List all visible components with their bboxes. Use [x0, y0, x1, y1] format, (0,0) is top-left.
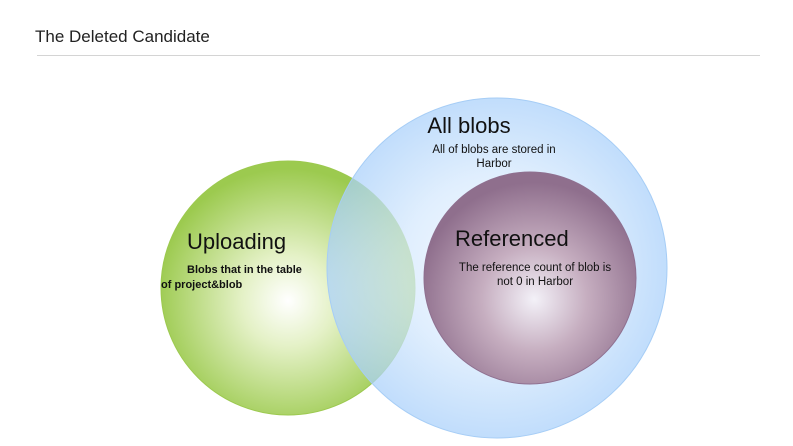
- all-blobs-desc-line1: All of blobs are stored in: [432, 144, 555, 156]
- venn-diagram: All blobs All of blobs are stored in Har…: [160, 97, 668, 439]
- uploading-desc-line1: Blobs that in the table: [187, 264, 302, 276]
- uploading-desc-line2: of project&blob: [161, 279, 243, 291]
- referenced-desc-line2: not 0 in Harbor: [497, 276, 573, 288]
- uploading-title: Uploading: [187, 229, 286, 254]
- all-blobs-desc-line2: Harbor: [476, 158, 511, 170]
- referenced-title: Referenced: [455, 226, 569, 251]
- referenced-desc-line1: The reference count of blob is: [459, 262, 611, 274]
- all-blobs-title: All blobs: [427, 113, 510, 138]
